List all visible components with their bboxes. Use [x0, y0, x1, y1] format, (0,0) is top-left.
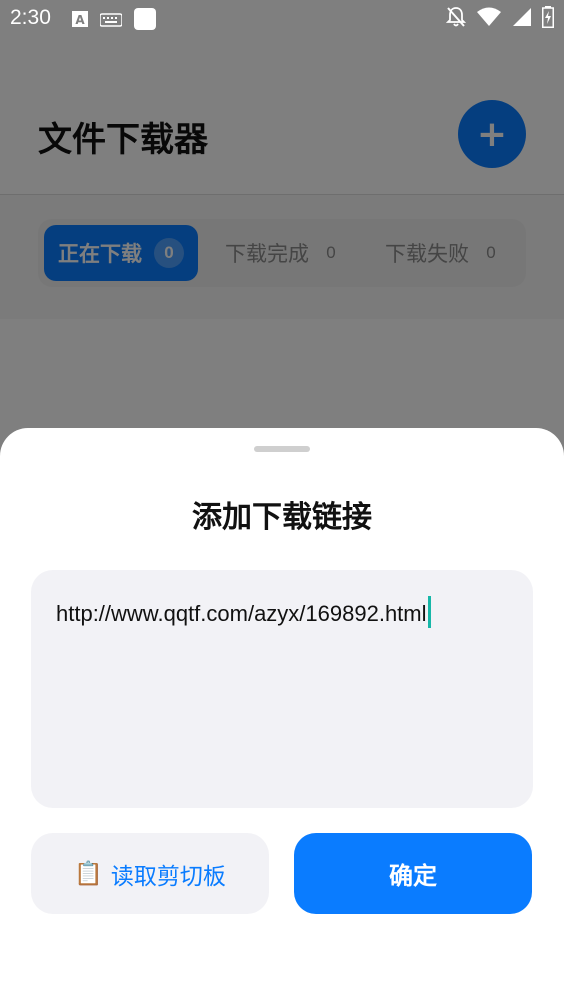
svg-text:A: A — [75, 13, 85, 27]
status-bar: 2:30 A — [0, 0, 564, 38]
square-notification-icon — [134, 8, 156, 34]
cellular-signal-icon — [512, 7, 532, 31]
text-cursor — [427, 596, 431, 628]
url-input-value: http://www.qqtf.com/azyx/169892.html — [56, 601, 427, 626]
confirm-label: 确定 — [389, 862, 437, 890]
keyboard-icon — [99, 12, 123, 31]
text-a-icon: A — [72, 10, 88, 32]
add-link-bottom-sheet: 添加下载链接 http://www.qqtf.com/azyx/169892.h… — [0, 428, 564, 1002]
read-clipboard-label: 读取剪切板 — [110, 863, 226, 890]
sheet-title: 添加下载链接 — [192, 500, 372, 535]
read-clipboard-button[interactable]: 📋 读取剪切板 — [31, 833, 269, 914]
wifi-icon — [476, 7, 502, 31]
battery-charging-icon — [542, 6, 554, 32]
url-input[interactable]: http://www.qqtf.com/azyx/169892.html — [31, 570, 533, 808]
drag-handle[interactable] — [254, 446, 310, 452]
clipboard-icon: 📋 — [74, 861, 103, 887]
status-time: 2:30 — [10, 6, 51, 29]
confirm-button[interactable]: 确定 — [294, 833, 532, 914]
notifications-off-icon — [445, 6, 467, 32]
